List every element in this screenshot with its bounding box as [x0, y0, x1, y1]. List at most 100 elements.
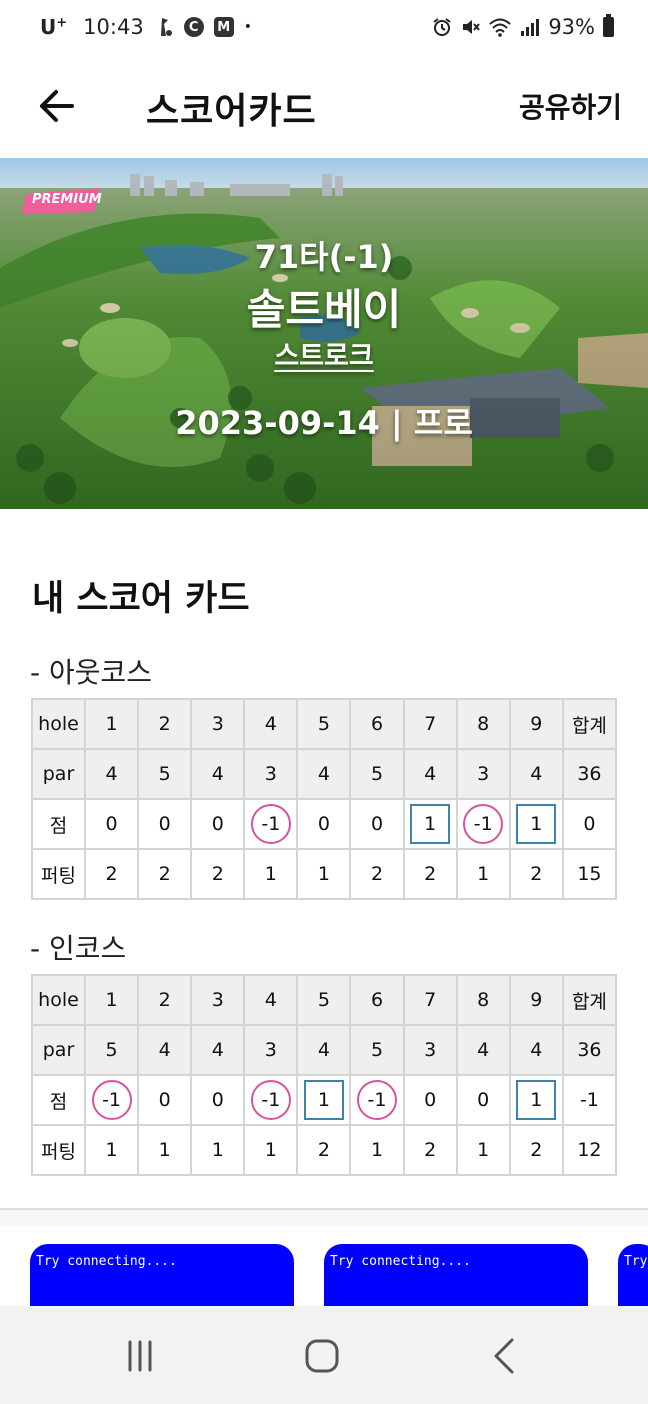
hole-cell: 6 [349, 974, 405, 1026]
putting-cell: 2 [508, 1124, 564, 1176]
par-cell: 4 [190, 1024, 246, 1076]
score-cell: 0 [455, 1074, 511, 1126]
round-score: 71타(-1) [254, 238, 394, 276]
section-title: 내 스코어 카드 [32, 579, 250, 619]
score-row: 점 -1 0 0 -1 1 -1 0 0 1 -1 [31, 1074, 618, 1126]
hole-cell: 9 [508, 974, 564, 1026]
score-cell: 0 [296, 798, 352, 850]
app-bar: 스코어카드 공유하기 [0, 54, 648, 158]
mute-icon [463, 20, 481, 34]
par-cell: 5 [83, 1024, 140, 1076]
score-cell: 0 [83, 798, 140, 850]
score-cell: -1 [83, 1074, 140, 1126]
putting-cell: 1 [137, 1124, 193, 1176]
score-cell: 0 [349, 798, 405, 850]
hole-cell: 4 [243, 698, 299, 750]
hole-cell: 7 [402, 698, 458, 750]
putting-cell: 1 [83, 1124, 140, 1176]
hole-cell: 5 [296, 698, 352, 750]
hole-cell: 8 [455, 698, 511, 750]
score-total: -1 [561, 1074, 618, 1126]
system-nav-bar [0, 1306, 648, 1404]
ad-text: Try connecting.... [36, 1254, 177, 1269]
par-cell: 5 [137, 748, 193, 800]
row-label: 점 [31, 1074, 86, 1126]
hole-cell: 4 [243, 974, 299, 1026]
hole-cell: 1 [83, 698, 140, 750]
score-cell: 1 [402, 798, 458, 850]
hole-cell: 3 [190, 974, 246, 1026]
home-button[interactable] [300, 1336, 344, 1376]
alarm-icon [433, 18, 451, 36]
score-cell: 1 [296, 1074, 352, 1126]
par-row: par 5 4 4 3 4 5 3 4 4 36 [31, 1024, 618, 1076]
score-cell: 0 [137, 1074, 193, 1126]
score-cell: -1 [243, 1074, 299, 1126]
birdie-mark: -1 [250, 1080, 291, 1120]
par-total: 36 [561, 748, 618, 800]
putting-cell: 1 [455, 848, 511, 900]
par-cell: 3 [243, 1024, 299, 1076]
course-name: 솔트베이 [246, 285, 402, 334]
putting-cell: 2 [508, 848, 564, 900]
row-label: 퍼팅 [31, 1124, 86, 1176]
clock: 10:43 [83, 15, 144, 39]
ad-card[interactable]: Try connecting.... [324, 1244, 588, 1314]
row-label: hole [31, 698, 86, 750]
row-label: hole [31, 974, 86, 1026]
birdie-mark: -1 [463, 804, 504, 844]
par-total: 36 [561, 1024, 618, 1076]
par-cell: 4 [296, 748, 352, 800]
in-course-label: - 인코스 [30, 932, 127, 965]
putting-cell: 2 [83, 848, 140, 900]
total-header: 합계 [561, 698, 618, 750]
score-cell: 1 [508, 1074, 564, 1126]
bogey-mark: 1 [516, 1080, 557, 1120]
back-button[interactable] [30, 80, 82, 132]
score-cell: 0 [190, 1074, 246, 1126]
score-cell: 0 [137, 798, 193, 850]
home-icon [305, 1339, 339, 1373]
out-course-table: hole 1 2 3 4 5 6 7 8 9 합계 par 4 5 4 3 4 … [31, 698, 618, 900]
wifi-icon [489, 18, 511, 37]
out-course-label: - 아웃코스 [30, 656, 153, 689]
round-date-level: 2023-09-14 | 프로 [175, 404, 473, 442]
hole-row: hole 1 2 3 4 5 6 7 8 9 합계 [31, 974, 618, 1026]
ad-card[interactable]: Try [618, 1244, 648, 1314]
game-mode: 스트로크 [274, 341, 374, 372]
birdie-mark: -1 [91, 1080, 132, 1120]
putting-cell: 1 [349, 1124, 405, 1176]
putting-total: 12 [561, 1124, 618, 1176]
putting-cell: 2 [402, 848, 458, 900]
par-cell: 4 [508, 748, 564, 800]
premium-badge: PREMIUM [22, 186, 102, 216]
ad-text: Try [624, 1254, 648, 1269]
status-bar: U+ 10:43 C M • 93% [0, 0, 648, 54]
carrier-label: U+ [40, 15, 68, 39]
hole-cell: 6 [349, 698, 405, 750]
putting-cell: 1 [243, 1124, 299, 1176]
par-cell: 4 [296, 1024, 352, 1076]
score-cell: 0 [190, 798, 246, 850]
par-cell: 4 [455, 1024, 511, 1076]
recent-apps-icon [128, 1340, 152, 1372]
ad-card[interactable]: Try connecting.... [30, 1244, 294, 1314]
row-label: par [31, 748, 86, 800]
putting-cell: 2 [402, 1124, 458, 1176]
hole-cell: 2 [137, 698, 193, 750]
share-button[interactable]: 공유하기 [519, 86, 622, 126]
par-cell: 3 [243, 748, 299, 800]
status-left: U+ 10:43 C M • [40, 15, 252, 39]
hole-cell: 1 [83, 974, 140, 1026]
back-nav-button[interactable] [482, 1336, 526, 1376]
score-cell: -1 [243, 798, 299, 850]
recent-apps-button[interactable] [118, 1336, 162, 1376]
bogey-mark: 1 [410, 804, 451, 844]
putting-cell: 1 [243, 848, 299, 900]
battery-icon [603, 14, 614, 37]
par-cell: 5 [349, 748, 405, 800]
hole-cell: 2 [137, 974, 193, 1026]
score-total: 0 [561, 798, 618, 850]
par-cell: 3 [455, 748, 511, 800]
notification-dot: • [243, 19, 252, 35]
